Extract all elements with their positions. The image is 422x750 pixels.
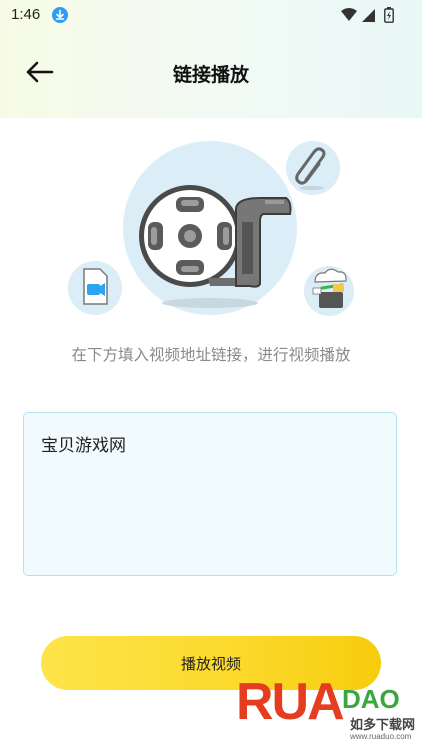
watermark-logo: RUA DAO 如多下载网 www.ruaduo.com bbox=[232, 668, 422, 750]
video-url-input[interactable]: 宝贝游戏网 bbox=[23, 412, 397, 576]
status-bar: 1:46 bbox=[0, 0, 422, 30]
battery-icon bbox=[384, 7, 394, 23]
hero-illustration bbox=[60, 136, 360, 336]
watermark-text-small: DAO bbox=[342, 684, 400, 714]
hint-text: 在下方填入视频地址链接，进行视频播放 bbox=[71, 346, 351, 364]
video-file-icon bbox=[68, 261, 122, 315]
watermark-chinese: 如多下载网 bbox=[350, 718, 416, 733]
page-title: 链接播放 bbox=[172, 64, 249, 86]
wifi-icon bbox=[341, 8, 357, 21]
watermark-url: www.ruaduo.com bbox=[350, 732, 412, 741]
signal-icon bbox=[362, 9, 375, 22]
status-time: 1:46 bbox=[11, 6, 41, 23]
cloud-link-icon bbox=[304, 266, 354, 316]
paperclip-icon bbox=[286, 141, 340, 195]
video-url-value: 宝贝游戏网 bbox=[41, 436, 126, 456]
download-icon bbox=[52, 7, 68, 23]
watermark-text-large: RUA bbox=[236, 673, 345, 731]
header: 链接播放 bbox=[0, 44, 422, 100]
